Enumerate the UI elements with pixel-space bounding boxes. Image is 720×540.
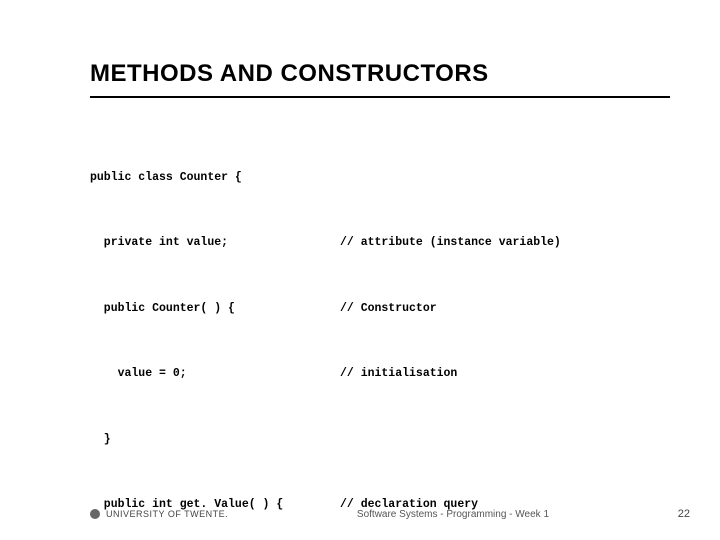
footer: UNIVERSITY OF TWENTE. Software Systems -…	[90, 508, 690, 520]
page-number: 22	[678, 508, 690, 520]
code-line: value = 0;	[90, 363, 340, 385]
code-comment: // attribute (instance variable)	[340, 232, 670, 254]
code-line: private int value;	[90, 232, 340, 254]
university-name: UNIVERSITY OF TWENTE.	[106, 509, 228, 519]
title-rule	[90, 96, 670, 98]
logo-dot-icon	[90, 509, 100, 519]
code-line: public class Counter {	[90, 167, 340, 189]
code-comment: // initialisation	[340, 363, 670, 385]
slide-title: METHODS AND CONSTRUCTORS	[90, 60, 670, 88]
footer-center: Software Systems - Programming - Week 1	[357, 509, 549, 520]
code-comment: // Constructor	[340, 298, 670, 320]
code-line: }	[90, 429, 340, 451]
code-block: public class Counter { private int value…	[90, 123, 670, 540]
code-line: public Counter( ) {	[90, 298, 340, 320]
university-logo: UNIVERSITY OF TWENTE.	[90, 509, 228, 519]
slide: METHODS AND CONSTRUCTORS public class Co…	[0, 0, 720, 540]
